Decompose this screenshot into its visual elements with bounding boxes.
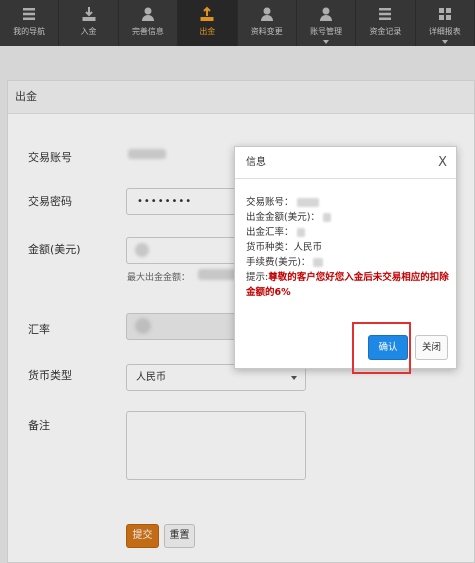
dialog-rate-redacted: [296, 228, 305, 237]
dialog-amount-label: 出金金额(美元)：: [246, 212, 320, 223]
dialog-rate-label: 出金汇率：: [246, 227, 294, 238]
dialog-line-account: 交易账号：: [246, 195, 451, 210]
dialog-title: 信息: [246, 157, 266, 168]
dialog-fee-label: 手续费(美元)：: [246, 257, 311, 268]
confirm-highlight-box: [352, 322, 411, 374]
dialog-currency-text: 货币种类：人民币: [246, 242, 323, 253]
warning-text: 尊敬的客户您好您入金后未交易相应的扣除金额的6%: [246, 272, 449, 298]
dialog-body: 交易账号： 出金金额(美元)： 出金汇率： 货币种类：人民币 手续费(美元)： …: [246, 195, 451, 300]
dialog-account-label: 交易账号：: [246, 197, 294, 208]
dialog-line-rate: 出金汇率：: [246, 225, 451, 240]
dialog-fee-redacted: [313, 258, 324, 267]
info-dialog: 信息 X 交易账号： 出金金额(美元)： 出金汇率： 货币种类：人民币 手续费(…: [234, 146, 457, 369]
close-icon[interactable]: X: [438, 147, 447, 178]
dialog-line-currency: 货币种类：人民币: [246, 240, 451, 255]
dialog-warning: 提示:尊敬的客户您好您入金后未交易相应的扣除金额的6%: [246, 270, 451, 300]
warning-prefix: 提示:: [246, 272, 269, 283]
dialog-header: 信息 X: [235, 147, 456, 179]
dialog-amount-redacted: [322, 213, 331, 222]
dialog-account-redacted: [296, 198, 319, 207]
dialog-line-amount: 出金金额(美元)：: [246, 210, 451, 225]
close-button[interactable]: 关闭: [415, 335, 448, 360]
dialog-line-fee: 手续费(美元)：: [246, 255, 451, 270]
